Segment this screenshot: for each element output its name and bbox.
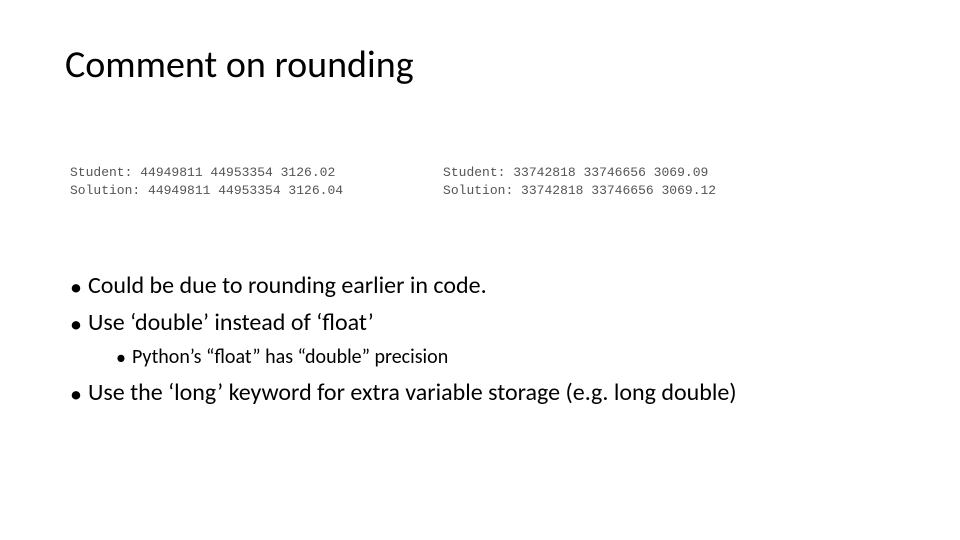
code-block-right: Student: 33742818 33746656 3069.09 Solut…: [443, 164, 716, 199]
code-right-solution: Solution: 33742818 33746656 3069.12: [443, 183, 716, 198]
bullet-1-text: Could be due to rounding earlier in code…: [88, 271, 487, 300]
bullet-2a-text: Python’s “float” has “double” precision: [132, 345, 448, 369]
bullet-3-text: Use the ‘long’ keyword for extra variabl…: [88, 378, 737, 407]
bullet-icon: •: [116, 345, 126, 371]
code-left-student: Student: 44949811 44953354 3126.02: [70, 165, 335, 180]
slide: Comment on rounding Student: 44949811 44…: [0, 0, 960, 540]
bullet-2-text: Use ‘double’ instead of ‘float’: [88, 308, 374, 337]
code-columns: Student: 44949811 44953354 3126.02 Solut…: [70, 164, 900, 199]
bullet-2: •Use ‘double’ instead of ‘float’: [70, 307, 900, 340]
bullet-icon: •: [70, 379, 82, 410]
code-block-left: Student: 44949811 44953354 3126.02 Solut…: [70, 164, 343, 199]
bullet-2a: •Python’s “float” has “double” precision: [116, 344, 900, 371]
code-right-student: Student: 33742818 33746656 3069.09: [443, 165, 708, 180]
bullet-icon: •: [70, 272, 82, 303]
bullet-list: •Could be due to rounding earlier in cod…: [70, 270, 900, 414]
bullet-icon: •: [70, 309, 82, 340]
bullet-1: •Could be due to rounding earlier in cod…: [70, 270, 900, 303]
code-left-solution: Solution: 44949811 44953354 3126.04: [70, 183, 343, 198]
bullet-3: •Use the ‘long’ keyword for extra variab…: [70, 377, 900, 410]
slide-title: Comment on rounding: [65, 42, 414, 88]
